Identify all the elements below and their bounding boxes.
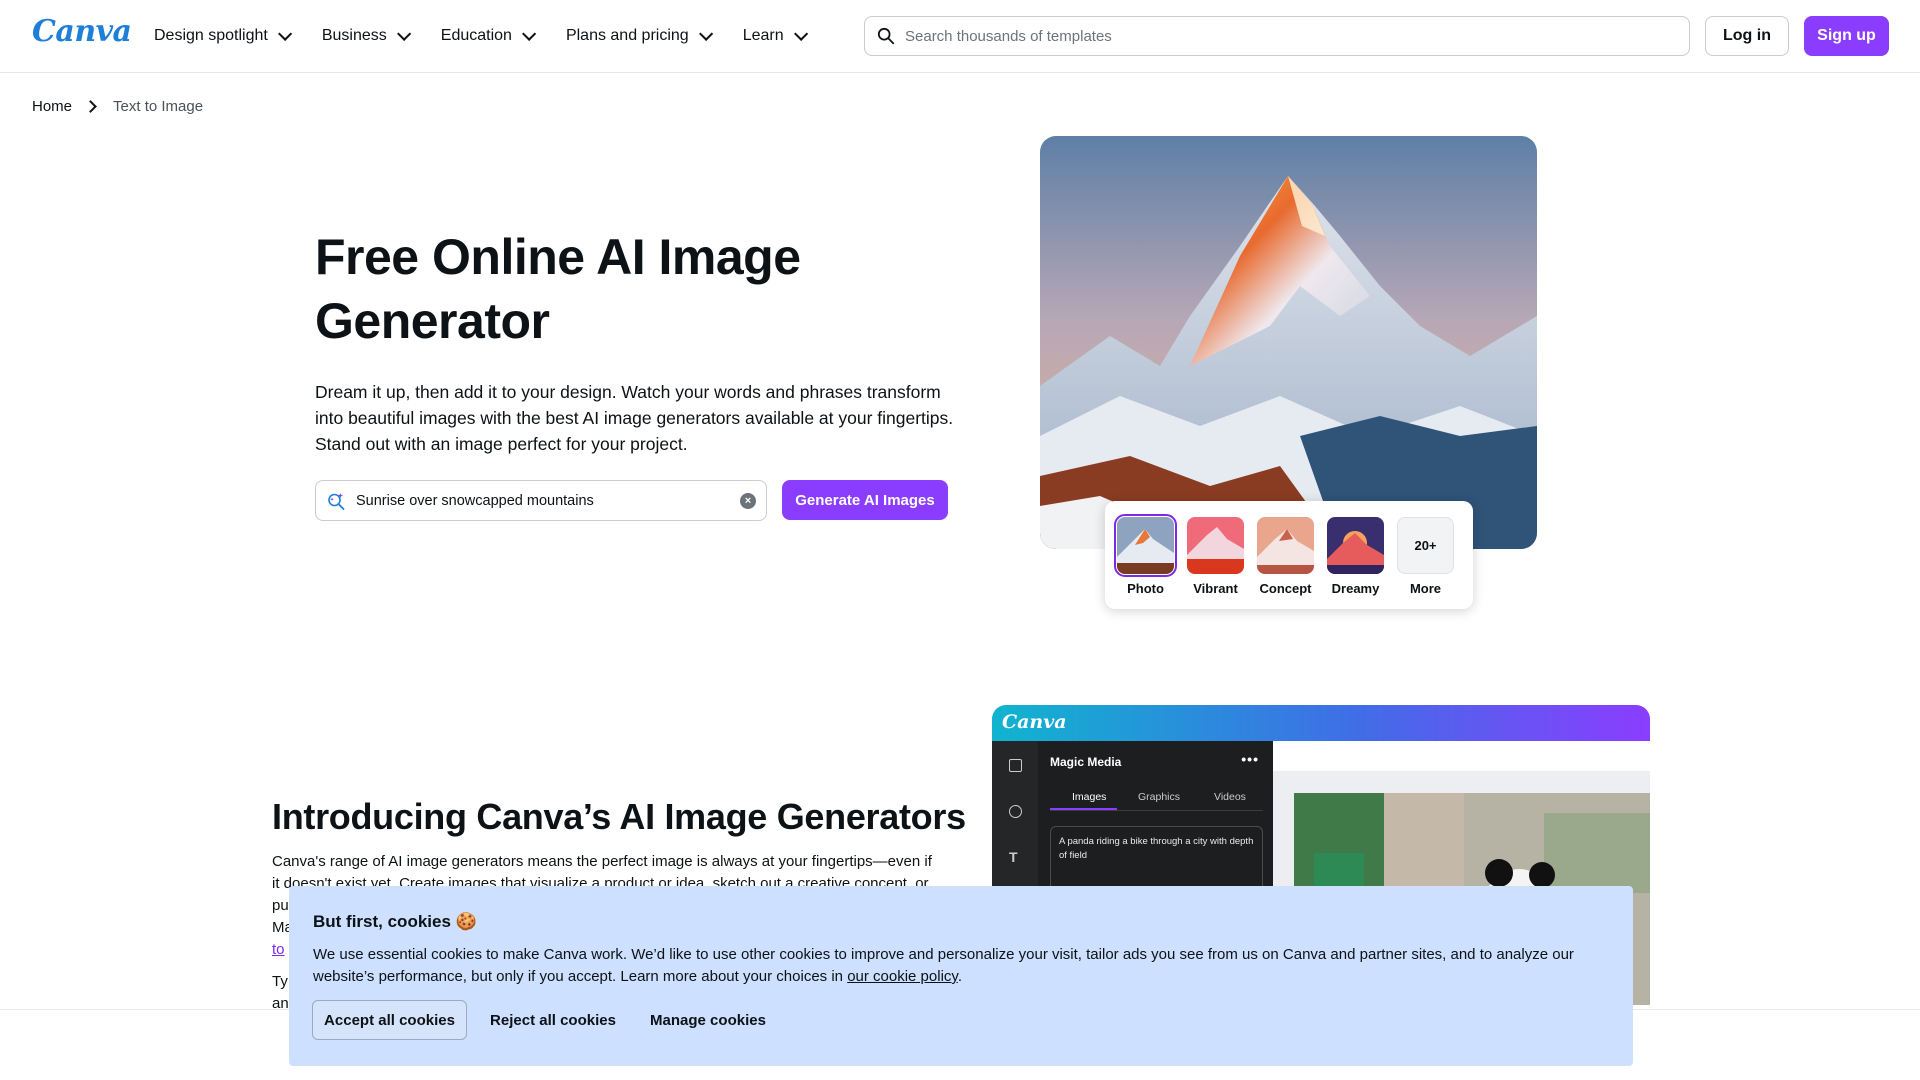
style-thumbnail bbox=[1114, 514, 1177, 577]
intro-heading: Introducing Canva’s AI Image Generators bbox=[272, 796, 966, 837]
mockup-tab-graphics: Graphics bbox=[1138, 791, 1181, 803]
nav-label: Plans and pricing bbox=[565, 27, 689, 44]
breadcrumb-home[interactable]: Home bbox=[32, 98, 72, 115]
chevron-down-icon bbox=[277, 26, 293, 41]
cookie-text: We use essential cookies to make Canva w… bbox=[313, 944, 1613, 988]
style-option-dreamy[interactable]: Dreamy bbox=[1327, 517, 1384, 596]
generate-ai-images-button[interactable]: Generate AI Images bbox=[782, 480, 948, 520]
intro-link[interactable]: to bbox=[272, 941, 285, 958]
cookie-banner: But first, cookies 🍪 We use essential co… bbox=[289, 886, 1633, 1066]
chevron-down-icon bbox=[698, 26, 713, 41]
main-nav: Design spotlight Business Education Plan… bbox=[154, 0, 838, 72]
search-icon bbox=[877, 27, 895, 45]
site-header: Canva Design spotlight Business Educatio… bbox=[0, 0, 1920, 73]
nav-label: Education bbox=[440, 27, 512, 44]
style-label: More bbox=[1409, 581, 1442, 596]
magic-search-icon bbox=[328, 493, 345, 510]
chevron-down-icon bbox=[793, 26, 808, 41]
more-options-icon: ••• bbox=[1241, 751, 1259, 767]
elements-icon bbox=[1009, 805, 1022, 818]
mockup-panel-title: Magic Media bbox=[1050, 755, 1122, 769]
nav-label: Business bbox=[321, 27, 387, 44]
active-tab-indicator bbox=[1050, 808, 1117, 810]
cookie-title: But first, cookies 🍪 bbox=[313, 912, 477, 931]
chevron-down-icon bbox=[396, 26, 411, 41]
style-label: Photo bbox=[1127, 581, 1164, 596]
style-option-photo[interactable]: Photo bbox=[1114, 514, 1177, 596]
prompt-input[interactable] bbox=[356, 481, 726, 520]
chevron-right-icon bbox=[84, 100, 97, 113]
mockup-tab-videos: Videos bbox=[1214, 791, 1246, 803]
style-picker: Photo Vibrant Concept Dreamy 20+ More bbox=[1105, 501, 1473, 609]
canva-logo[interactable]: Canva bbox=[32, 14, 132, 49]
breadcrumb: Home Text to Image bbox=[32, 98, 203, 115]
style-label: Concept bbox=[1259, 581, 1312, 596]
cookie-policy-link[interactable]: our cookie policy bbox=[847, 968, 958, 985]
mockup-topbar: Canva bbox=[992, 705, 1650, 741]
accept-cookies-button[interactable]: Accept all cookies bbox=[312, 1000, 467, 1040]
reject-cookies-button[interactable]: Reject all cookies bbox=[483, 1000, 623, 1040]
style-option-concept[interactable]: Concept bbox=[1257, 517, 1314, 596]
nav-learn[interactable]: Learn bbox=[742, 26, 808, 45]
signup-button[interactable]: Sign up bbox=[1804, 16, 1889, 56]
login-button[interactable]: Log in bbox=[1705, 16, 1789, 56]
style-thumbnail bbox=[1187, 517, 1244, 574]
chevron-down-icon bbox=[521, 26, 537, 41]
template-search bbox=[864, 16, 1690, 56]
search-input[interactable] bbox=[905, 27, 1689, 45]
breadcrumb-current: Text to Image bbox=[113, 98, 204, 115]
style-label: Vibrant bbox=[1193, 581, 1238, 596]
nav-label: Learn bbox=[742, 27, 784, 44]
more-styles-count: 20+ bbox=[1397, 517, 1454, 574]
style-thumbnail bbox=[1327, 517, 1384, 574]
mockup-tab-images: Images bbox=[1072, 791, 1107, 803]
nav-plans-pricing[interactable]: Plans and pricing bbox=[565, 26, 713, 45]
mockup-logo: Canva bbox=[1002, 711, 1067, 733]
nav-business[interactable]: Business bbox=[321, 26, 411, 45]
text-icon: T bbox=[1009, 849, 1018, 865]
hero-mountain-image bbox=[1040, 136, 1537, 549]
clear-icon[interactable]: × bbox=[740, 493, 756, 509]
cookie-text-end: . bbox=[957, 968, 962, 985]
style-label: Dreamy bbox=[1331, 581, 1380, 596]
nav-education[interactable]: Education bbox=[440, 26, 537, 45]
style-option-more[interactable]: 20+ More bbox=[1397, 517, 1454, 596]
mockup-canvas-toolbar bbox=[1273, 741, 1650, 771]
hero-description: Dream it up, then add it to your design.… bbox=[315, 382, 954, 454]
prompt-field: × bbox=[315, 480, 767, 521]
style-option-vibrant[interactable]: Vibrant bbox=[1187, 517, 1244, 596]
layout-icon bbox=[1009, 759, 1022, 772]
nav-label: Design spotlight bbox=[154, 27, 268, 44]
manage-cookies-button[interactable]: Manage cookies bbox=[643, 1000, 773, 1040]
style-thumbnail bbox=[1257, 517, 1314, 574]
page-title: Free Online AI Image Generator bbox=[315, 229, 801, 349]
divider bbox=[1050, 810, 1263, 811]
nav-design-spotlight[interactable]: Design spotlight bbox=[154, 26, 293, 45]
intro-text-2: Ty bbox=[272, 973, 288, 990]
